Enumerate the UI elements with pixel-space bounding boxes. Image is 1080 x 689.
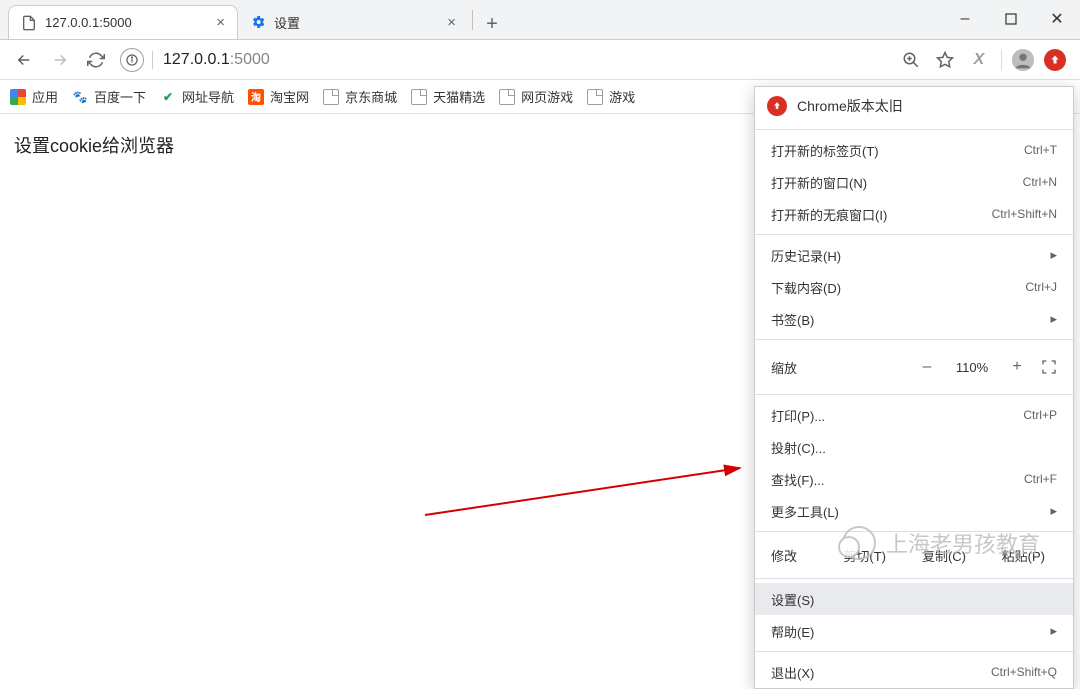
menu-print[interactable]: 打印(P)...Ctrl+P [755,399,1073,431]
gear-icon [250,14,266,30]
page-icon [21,15,37,31]
tab-1[interactable]: 设置 × [238,5,468,39]
menu-separator [755,578,1073,579]
zoom-label: 缩放 [771,358,903,377]
menu-header: Chrome版本太旧 [755,87,1073,125]
menu-cut[interactable]: 剪切(T) [831,546,898,565]
bookmark-label: 应用 [32,87,58,106]
menu-help[interactable]: 帮助(E)▸ [755,615,1073,647]
menu-header-text: Chrome版本太旧 [797,96,903,116]
menu-paste[interactable]: 粘贴(P) [990,546,1057,565]
page-icon [411,89,427,105]
bookmark-label: 天猫精选 [433,87,485,106]
url-text: 127.0.0.1:5000 [163,51,270,69]
zoom-in-button[interactable]: + [1007,358,1027,376]
menu-cast[interactable]: 投射(C)... [755,431,1073,463]
bookmark-apps[interactable]: 应用 [10,87,58,106]
chrome-menu: Chrome版本太旧 打开新的标签页(T)Ctrl+T 打开新的窗口(N)Ctr… [754,86,1074,689]
separator [152,51,153,69]
favicon: ✔ [160,89,176,105]
page-icon [323,89,339,105]
menu-separator [755,394,1073,395]
menu-more-tools[interactable]: 更多工具(L)▸ [755,495,1073,527]
chevron-right-icon: ▸ [1050,247,1057,263]
menu-bookmarks[interactable]: 书签(B)▸ [755,303,1073,335]
edit-label: 修改 [771,546,819,565]
chevron-right-icon: ▸ [1050,503,1057,519]
tab-0[interactable]: 127.0.0.1:5000 × [8,5,238,39]
chevron-right-icon: ▸ [1050,623,1057,639]
zoom-out-button[interactable]: – [917,358,937,376]
forward-button[interactable] [44,44,76,76]
menu-edit-row: 修改 剪切(T) 复制(C) 粘贴(P) [755,536,1073,574]
menu-copy[interactable]: 复制(C) [910,546,977,565]
close-icon[interactable]: × [216,14,225,31]
menu-new-window[interactable]: 打开新的窗口(N)Ctrl+N [755,166,1073,198]
bookmark-item[interactable]: ✔ 网址导航 [160,87,234,106]
page-icon [499,89,515,105]
menu-separator [755,651,1073,652]
zoom-value: 110% [951,360,993,375]
window-maximize[interactable] [988,0,1034,39]
separator [1001,49,1002,71]
menu-separator [755,129,1073,130]
favicon: 淘 [248,89,264,105]
update-icon [767,96,787,116]
close-icon[interactable]: × [447,14,456,31]
menu-history[interactable]: 历史记录(H)▸ [755,239,1073,271]
chevron-right-icon: ▸ [1050,311,1057,327]
menu-new-incognito[interactable]: 打开新的无痕窗口(I)Ctrl+Shift+N [755,198,1073,230]
tab-title: 设置 [274,13,300,32]
menu-exit[interactable]: 退出(X)Ctrl+Shift+Q [755,656,1073,688]
menu-settings[interactable]: 设置(S) [755,583,1073,615]
star-icon[interactable] [933,48,957,72]
bookmark-item[interactable]: 淘淘宝网 [248,87,309,106]
menu-downloads[interactable]: 下载内容(D)Ctrl+J [755,271,1073,303]
bookmark-item[interactable]: 🐾 百度一下 [72,87,146,106]
page-icon [587,89,603,105]
menu-separator [755,234,1073,235]
menu-separator [755,339,1073,340]
bookmark-label: 网址导航 [182,87,234,106]
menu-new-tab[interactable]: 打开新的标签页(T)Ctrl+T [755,134,1073,166]
bookmark-label: 游戏 [609,87,635,106]
bookmark-label: 京东商城 [345,87,397,106]
extension-icon[interactable]: X [967,48,991,72]
window-close[interactable]: ✕ [1034,0,1080,39]
annotation-arrow [420,460,750,520]
bookmark-label: 淘宝网 [270,87,309,106]
menu-zoom: 缩放 – 110% + [755,344,1073,390]
apps-icon [10,89,26,105]
address-bar[interactable]: 127.0.0.1:5000 [120,45,270,75]
reload-button[interactable] [80,44,112,76]
site-info-icon[interactable] [120,48,144,72]
fullscreen-icon[interactable] [1041,359,1057,375]
zoom-icon[interactable] [899,48,923,72]
window-minimize[interactable]: – [942,0,988,39]
bookmark-item[interactable]: 京东商城 [323,87,397,106]
back-button[interactable] [8,44,40,76]
bookmark-item[interactable]: 游戏 [587,87,635,106]
bookmark-label: 网页游戏 [521,87,573,106]
new-tab-button[interactable]: + [477,9,507,39]
bookmark-item[interactable]: 天猫精选 [411,87,485,106]
bookmark-label: 百度一下 [94,87,146,106]
menu-separator [755,531,1073,532]
tab-separator [472,10,473,30]
chrome-menu-button[interactable] [1044,49,1066,71]
favicon: 🐾 [72,89,88,105]
tab-title: 127.0.0.1:5000 [45,15,132,30]
menu-find[interactable]: 查找(F)...Ctrl+F [755,463,1073,495]
bookmark-item[interactable]: 网页游戏 [499,87,573,106]
profile-avatar[interactable] [1012,49,1034,71]
